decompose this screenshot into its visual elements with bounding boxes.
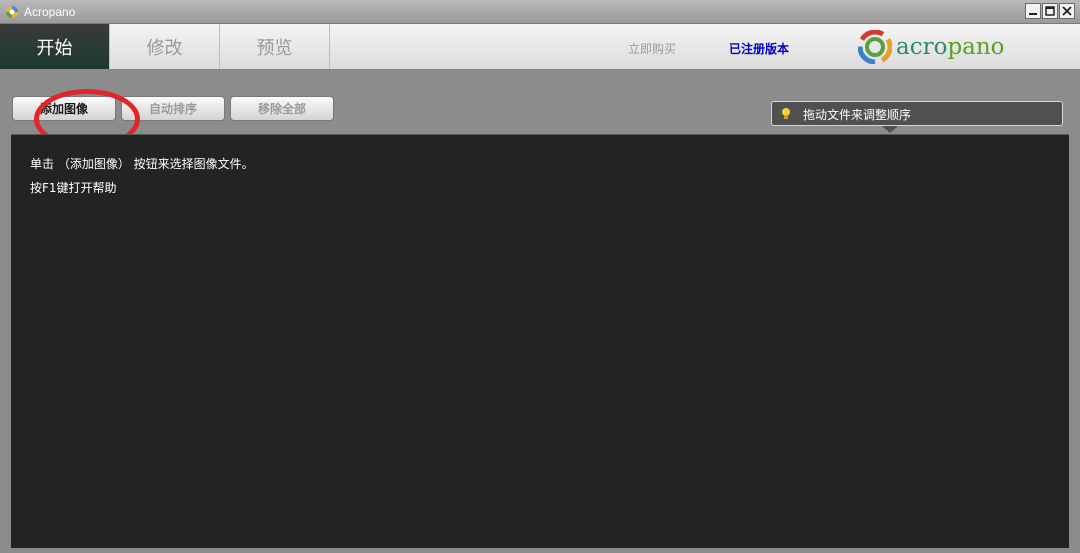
logo-text-pano: pano: [947, 34, 1005, 60]
remove-all-button[interactable]: 移除全部: [230, 96, 334, 121]
tooltip-arrow: [882, 126, 898, 133]
hint-add-images: 单击 （添加图像） 按钮来选择图像文件。: [30, 157, 254, 171]
maximize-button[interactable]: [1042, 3, 1058, 19]
tab-edit[interactable]: 修改: [110, 24, 220, 69]
close-button[interactable]: [1059, 3, 1075, 19]
tab-start[interactable]: 开始: [0, 24, 110, 69]
drag-tip-tooltip: 拖动文件来调整顺序: [771, 101, 1063, 133]
close-icon: [1062, 6, 1072, 16]
registered-version-link[interactable]: 已注册版本: [729, 40, 789, 57]
minimize-icon: [1029, 13, 1037, 15]
auto-sort-button[interactable]: 自动排序: [121, 96, 225, 121]
maximize-icon: [1045, 6, 1055, 16]
add-images-button[interactable]: 添加图像: [12, 96, 116, 121]
window-title: Acropano: [24, 5, 76, 19]
image-list-area[interactable]: 单击 （添加图像） 按钮来选择图像文件。 按F1键打开帮助: [11, 134, 1069, 548]
logo-swirl-icon: [858, 30, 892, 64]
tab-preview[interactable]: 预览: [220, 24, 330, 69]
logo-text-acro: acro: [896, 34, 948, 60]
title-bar: Acropano: [0, 0, 1080, 24]
buy-now-link[interactable]: 立即购买: [628, 40, 676, 57]
app-icon: [6, 6, 18, 18]
lightbulb-icon: [782, 108, 790, 119]
tip-text: 拖动文件来调整顺序: [803, 108, 912, 122]
acropano-logo: acropano: [858, 30, 1005, 64]
hint-f1-help: 按F1键打开帮助: [30, 181, 117, 195]
minimize-button[interactable]: [1025, 3, 1041, 19]
